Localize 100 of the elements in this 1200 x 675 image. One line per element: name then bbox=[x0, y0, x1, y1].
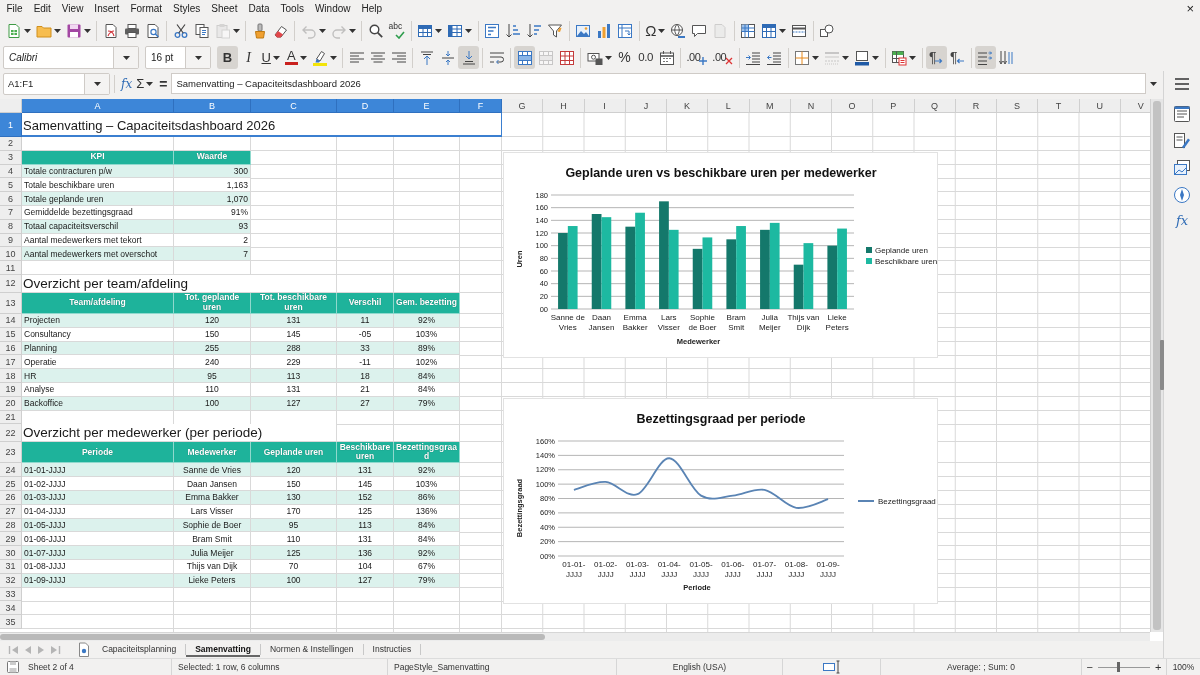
row-header[interactable]: 25 bbox=[0, 477, 22, 491]
bold-button[interactable]: B bbox=[217, 46, 238, 69]
column-header[interactable]: C bbox=[251, 99, 337, 113]
font-size-field[interactable]: 16 pt bbox=[145, 46, 211, 69]
column-header[interactable]: D bbox=[337, 99, 394, 113]
styles-icon[interactable] bbox=[1173, 132, 1191, 150]
row-header[interactable]: 22 bbox=[0, 424, 22, 443]
row-header[interactable]: 1 bbox=[0, 113, 22, 137]
column-header[interactable]: N bbox=[790, 99, 832, 113]
column-header[interactable]: J bbox=[625, 99, 667, 113]
selection-info: Selected: 1 row, 6 columns bbox=[178, 662, 280, 672]
left-to-right-button[interactable]: ¶ bbox=[925, 46, 947, 69]
row-header[interactable]: 11 bbox=[0, 261, 22, 275]
align-right-icon bbox=[390, 49, 407, 66]
column-header[interactable]: V bbox=[1120, 99, 1150, 113]
italic-button[interactable]: I bbox=[238, 46, 259, 69]
column-header[interactable]: M bbox=[749, 99, 791, 113]
column-header[interactable]: E bbox=[394, 99, 460, 113]
sum-button[interactable]: Σ bbox=[134, 73, 156, 94]
font-color-button[interactable]: A bbox=[282, 46, 310, 69]
row-header[interactable]: 18 bbox=[0, 369, 22, 383]
row-header[interactable]: 29 bbox=[0, 532, 22, 547]
bar bbox=[702, 237, 713, 309]
row-header[interactable]: 35 bbox=[0, 615, 22, 629]
column-header[interactable]: S bbox=[997, 99, 1039, 113]
delete-decimal-button[interactable]: .00 bbox=[709, 46, 736, 69]
name-box[interactable]: A1:F1 bbox=[3, 72, 110, 95]
number-format-button[interactable]: 0.0 bbox=[635, 46, 657, 69]
sidebar-handle[interactable] bbox=[1160, 340, 1164, 390]
right-to-left-button[interactable]: ¶ bbox=[946, 46, 968, 69]
column-header[interactable]: G bbox=[502, 99, 544, 113]
menu-item[interactable]: Data bbox=[242, 2, 276, 15]
horizontal-scrollbar[interactable] bbox=[0, 632, 1150, 641]
column-header[interactable]: R bbox=[955, 99, 997, 113]
menu-item[interactable]: Styles bbox=[167, 2, 206, 15]
menu-item[interactable]: Tools bbox=[275, 2, 310, 15]
scrollbar-thumb[interactable] bbox=[0, 634, 545, 640]
sheet-tab[interactable]: Normen & Instellingen bbox=[260, 642, 363, 657]
row-header[interactable]: 17 bbox=[0, 355, 22, 370]
zoom-out-button[interactable]: − bbox=[1086, 661, 1093, 673]
column-header[interactable]: O bbox=[832, 99, 874, 113]
column-header[interactable]: P bbox=[873, 99, 915, 113]
column-header[interactable]: I bbox=[584, 99, 626, 113]
column-header[interactable]: Q bbox=[914, 99, 956, 113]
zoom-in-button[interactable]: + bbox=[1155, 661, 1162, 673]
close-document-button[interactable]: × bbox=[1186, 2, 1194, 15]
column-header[interactable]: K bbox=[667, 99, 709, 113]
row-header[interactable]: 2 bbox=[0, 137, 22, 151]
row-header[interactable]: 13 bbox=[0, 292, 22, 314]
row-header[interactable]: 5 bbox=[0, 178, 22, 193]
row-header[interactable]: 23 bbox=[0, 442, 22, 464]
row-header[interactable]: 30 bbox=[0, 546, 22, 560]
language[interactable]: English (USA) bbox=[672, 662, 727, 672]
row-header[interactable]: 24 bbox=[0, 463, 22, 478]
formula-input-field[interactable]: Samenvatting – Capaciteitsdashboard 2026 bbox=[171, 73, 1147, 94]
function-wizard-button[interactable]: fx bbox=[119, 73, 135, 94]
slider-thumb[interactable] bbox=[1117, 662, 1121, 672]
menu-item[interactable]: Window bbox=[309, 2, 356, 15]
menu-item[interactable]: Sheet bbox=[205, 2, 243, 15]
sheet-tab[interactable]: Instructies bbox=[363, 642, 421, 657]
row-header[interactable]: 34 bbox=[0, 601, 22, 616]
functions-button[interactable]: fx bbox=[1175, 212, 1189, 230]
compass-icon[interactable] bbox=[1173, 186, 1191, 204]
properties-icon[interactable] bbox=[1173, 105, 1191, 123]
add-sheet-icon[interactable] bbox=[78, 641, 90, 658]
column-header[interactable]: F bbox=[460, 99, 502, 113]
caret-icon[interactable] bbox=[1150, 81, 1158, 86]
table-header-cell: Tot. beschikbare uren bbox=[251, 292, 337, 314]
text-horizontal-button[interactable] bbox=[974, 46, 996, 69]
formula-button[interactable]: = bbox=[157, 73, 170, 94]
column-header[interactable]: B bbox=[174, 99, 251, 113]
percent-format-button[interactable]: % bbox=[614, 46, 636, 69]
column-header[interactable]: U bbox=[1079, 99, 1121, 113]
menu-item[interactable]: Help bbox=[356, 2, 388, 15]
menu-item[interactable]: File bbox=[1, 2, 29, 15]
align-bottom-button[interactable] bbox=[458, 46, 480, 69]
menu-item[interactable]: Insert bbox=[88, 2, 125, 15]
spelling-button[interactable]: abc bbox=[386, 19, 408, 42]
font-name-field[interactable]: Calibri bbox=[3, 46, 139, 69]
special-character-button[interactable]: Ω bbox=[642, 19, 668, 42]
selection-mode-icon[interactable] bbox=[822, 660, 841, 674]
page-style[interactable]: PageStyle_Samenvatting bbox=[394, 662, 490, 672]
column-header[interactable]: A bbox=[22, 99, 174, 113]
merge-center-button[interactable] bbox=[514, 46, 536, 69]
row-header[interactable]: 10 bbox=[0, 247, 22, 262]
menu-item[interactable]: Format bbox=[124, 2, 168, 15]
zoom-level[interactable]: 100% bbox=[1172, 662, 1195, 672]
menu-item[interactable]: View bbox=[56, 2, 89, 15]
caret-icon bbox=[348, 28, 356, 33]
row-header[interactable]: 6 bbox=[0, 192, 22, 206]
gallery-icon[interactable] bbox=[1173, 159, 1191, 177]
column-header[interactable]: L bbox=[708, 99, 750, 113]
table-cell: 1,070 bbox=[174, 192, 251, 206]
add-decimal-button[interactable]: .00 bbox=[684, 46, 710, 69]
menu-icon[interactable] bbox=[1174, 77, 1190, 91]
menu-item[interactable]: Edit bbox=[28, 2, 57, 15]
underline-button[interactable]: U bbox=[259, 46, 283, 69]
column-header[interactable]: H bbox=[543, 99, 585, 113]
sheet-tab[interactable]: Capaciteitsplanning bbox=[93, 642, 186, 657]
column-header[interactable]: T bbox=[1038, 99, 1080, 113]
